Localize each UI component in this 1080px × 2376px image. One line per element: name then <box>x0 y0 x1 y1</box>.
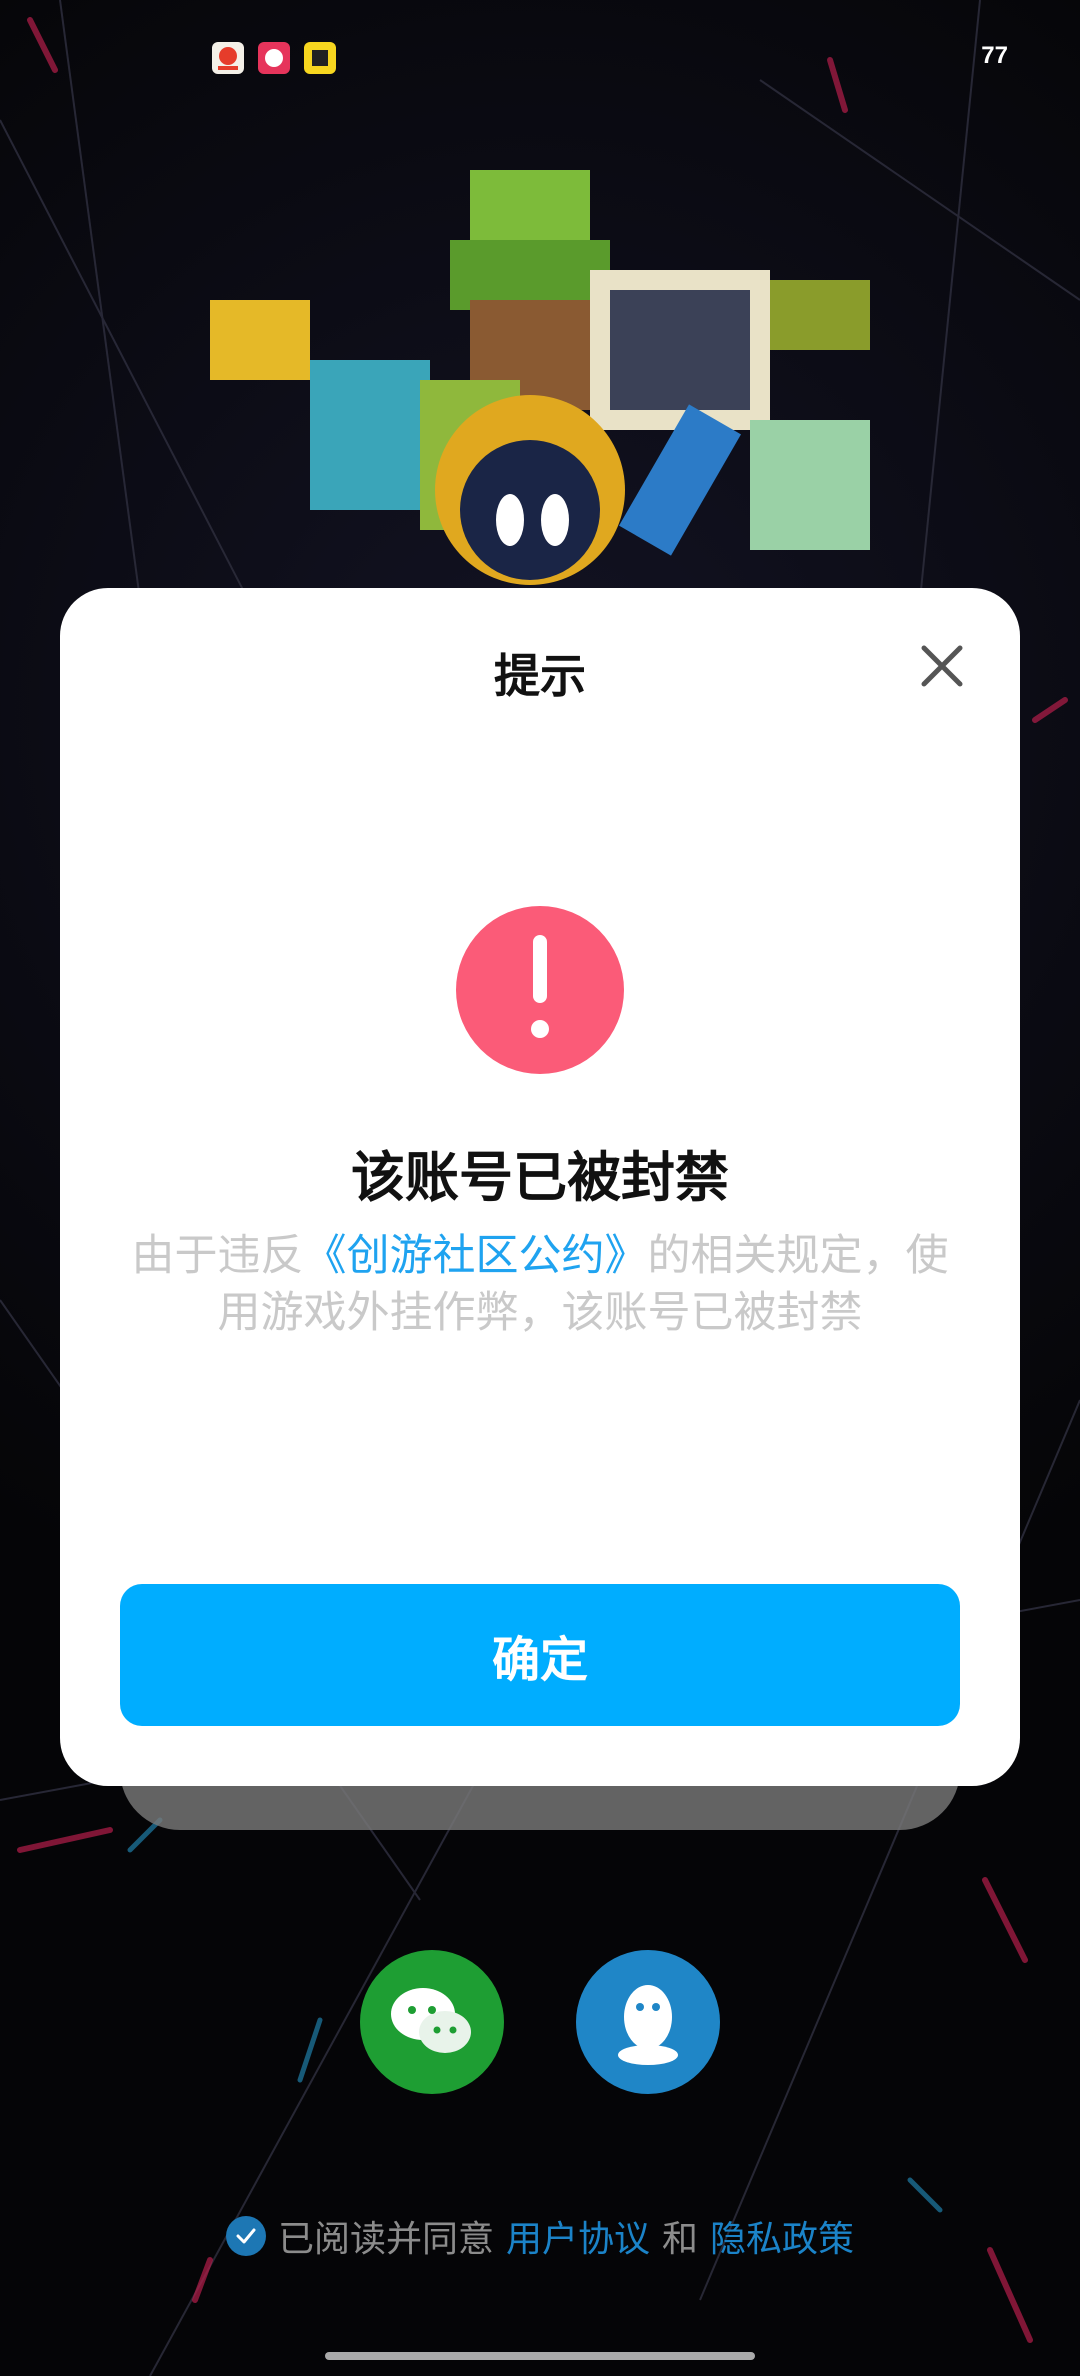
desc-text-before: 由于违反 <box>131 1231 304 1281</box>
status-bar: 77 <box>0 0 1080 120</box>
agreement-prefix: 已阅读并同意 <box>277 2219 494 2260</box>
qq-login-button[interactable] <box>576 1950 720 2094</box>
dialog-title: 提示 <box>494 649 586 703</box>
agreement-and: 和 <box>662 2219 699 2260</box>
agreement-row: 已阅读并同意 用户协议 和 隐私政策 <box>0 2210 1080 2262</box>
community-rules-link[interactable]: 《创游社区公约》 <box>304 1231 648 1281</box>
exclamation-icon <box>456 906 624 1074</box>
game-artwork <box>170 150 940 600</box>
privacy-policy-link[interactable]: 隐私政策 <box>710 2210 854 2262</box>
confirm-button[interactable]: 确定 <box>120 1584 960 1726</box>
app-icon-1 <box>212 42 244 74</box>
checkmark-icon <box>236 2228 256 2244</box>
agree-checkbox[interactable] <box>225 2216 266 2256</box>
close-button[interactable] <box>912 636 972 696</box>
ban-heading: 该账号已被封禁 <box>351 1146 729 1209</box>
close-icon <box>921 645 963 687</box>
wechat-login-button[interactable] <box>360 1950 504 2094</box>
app-icon-3 <box>304 42 336 74</box>
home-indicator[interactable] <box>325 2352 755 2360</box>
ban-description: 由于违反《创游社区公约》的相关规定，使用游戏外挂作弊，该账号已被封禁 <box>130 1228 950 1342</box>
ban-notice-dialog: 提示 该账号已被封禁 由于违反《创游社区公约》的相关规定，使用游戏外挂作弊，该账… <box>60 588 1020 1786</box>
battery-level: 77 <box>981 42 1008 69</box>
qq-icon <box>618 1985 678 2065</box>
user-agreement-link[interactable]: 用户协议 <box>506 2210 650 2262</box>
wechat-icon <box>391 1988 471 2053</box>
app-icon-2 <box>258 42 290 74</box>
